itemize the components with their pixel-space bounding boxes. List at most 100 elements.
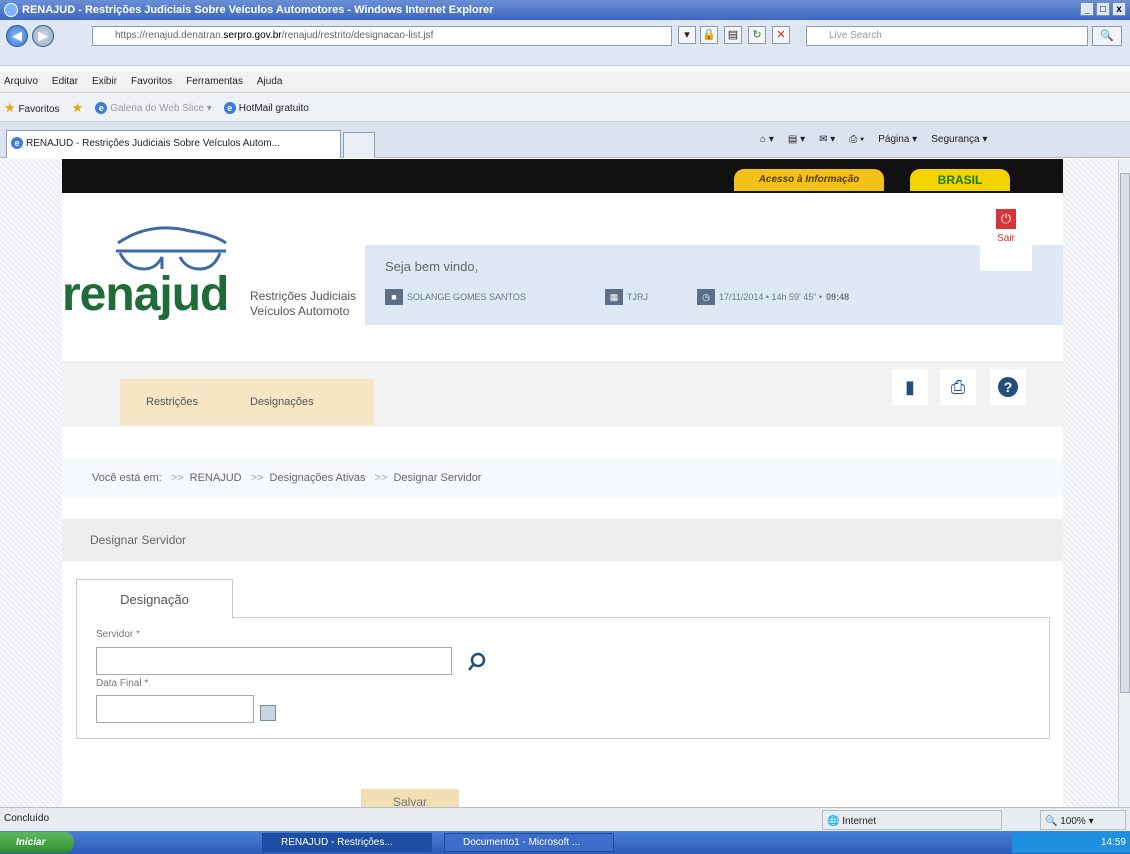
favorites-button[interactable]: ★ Favoritos bbox=[4, 100, 60, 116]
hotmail-link[interactable]: e HotMail gratuito bbox=[223, 101, 309, 114]
home-icon[interactable]: ⌂ ▾ bbox=[760, 134, 774, 145]
acesso-informacao-link[interactable]: Acesso à Informação bbox=[734, 169, 884, 191]
section-title: Designar Servidor bbox=[62, 519, 1063, 561]
ie-icon: e bbox=[95, 101, 108, 114]
security-zone[interactable]: 🌐 Internet bbox=[822, 810, 1002, 830]
background-pattern bbox=[1063, 159, 1118, 807]
refresh-icon[interactable]: ↻ bbox=[748, 26, 766, 44]
compat-icon[interactable]: ▤ bbox=[724, 26, 742, 44]
welcome-panel: Seja bem vindo, ■ SOLANGE GOMES SANTOS ▦… bbox=[365, 245, 1063, 325]
user-name: SOLANGE GOMES SANTOS bbox=[407, 292, 526, 302]
session-timer: 09:48 bbox=[826, 292, 850, 302]
feeds-icon[interactable]: ▤ ▾ bbox=[788, 134, 805, 145]
tab-bar: e RENAJUD - Restrições Judiciais Sobre Ve… bbox=[0, 122, 1130, 158]
clock-icon: ◷ bbox=[697, 289, 715, 305]
page-content: Acesso à Informação BRASIL renajud Restr… bbox=[0, 159, 1118, 807]
logout-label: Sair bbox=[997, 233, 1015, 244]
menu-ferramentas[interactable]: Ferramentas bbox=[186, 76, 243, 87]
search-icon[interactable] bbox=[466, 651, 488, 673]
mail-icon[interactable]: ✉ ▾ bbox=[819, 134, 835, 145]
tab-renajud[interactable]: e RENAJUD - Restrições Judiciais Sobre Ve… bbox=[6, 130, 341, 158]
menu-arquivo[interactable]: Arquivo bbox=[4, 76, 38, 87]
breadcrumb-renajud[interactable]: RENAJUD bbox=[190, 472, 242, 484]
minimize-button[interactable]: _ bbox=[1080, 2, 1094, 16]
logo-wordmark: renajud bbox=[62, 268, 229, 321]
url-input[interactable]: https://renajud.denatran.serpro.gov.br/r… bbox=[92, 26, 672, 46]
page-menu[interactable]: Página ▾ bbox=[878, 134, 917, 145]
power-icon: ⏻ bbox=[996, 209, 1016, 229]
tab-designacao[interactable]: Designação bbox=[76, 579, 233, 619]
security-menu[interactable]: Segurança ▾ bbox=[931, 134, 987, 145]
clock: 14:59 bbox=[1100, 837, 1126, 848]
print-icon[interactable]: ⎙ ▾ bbox=[849, 134, 864, 145]
search-icon[interactable]: 🔍 bbox=[1092, 26, 1122, 46]
menu-favoritos[interactable]: Favoritos bbox=[131, 76, 172, 87]
servidor-label: Servidor * bbox=[96, 629, 140, 640]
status-text: Concluído bbox=[4, 813, 50, 824]
forward-button[interactable]: ▶ bbox=[32, 25, 54, 47]
gov-bar: Acesso à Informação BRASIL bbox=[62, 159, 1063, 193]
globe-icon: 🌐 bbox=[827, 816, 840, 827]
welcome-title: Seja bem vindo, bbox=[385, 259, 479, 274]
org-info: ▦ TJRJ bbox=[605, 289, 648, 305]
org-name: TJRJ bbox=[627, 292, 648, 302]
menu-editar[interactable]: Editar bbox=[52, 76, 78, 87]
menu-ajuda[interactable]: Ajuda bbox=[257, 76, 283, 87]
menu-exibir[interactable]: Exibir bbox=[92, 76, 117, 87]
start-button[interactable]: Iniciar bbox=[0, 832, 74, 853]
status-bar: Concluído 🌐 Internet 🔍 100% ▾ bbox=[0, 807, 1130, 831]
close-button[interactable]: x bbox=[1112, 2, 1126, 16]
add-favorite-icon[interactable]: ★ bbox=[72, 100, 84, 116]
stop-icon[interactable]: ✕ bbox=[772, 26, 790, 44]
search-input[interactable]: Live Search bbox=[806, 26, 1088, 46]
taskbar: Iniciar RENAJUD - Restrições... Document… bbox=[0, 831, 1130, 854]
logo-subtitle: Restrições Judiciais Veículos Automoto bbox=[250, 289, 357, 318]
logout-button[interactable]: ⏻ Sair bbox=[980, 203, 1032, 271]
window-titlebar: RENAJUD - Restrições Judiciais Sobre Veí… bbox=[0, 0, 1130, 20]
webslice-link[interactable]: e Galeria do Web Slice ▾ bbox=[95, 101, 212, 114]
servidor-input[interactable] bbox=[96, 647, 452, 675]
ie-logo-icon bbox=[4, 3, 18, 17]
datetime: 17/11/2014 • 14h 59' 45" • bbox=[719, 292, 823, 302]
back-button[interactable]: ◀ bbox=[6, 25, 28, 47]
brasil-link[interactable]: BRASIL bbox=[910, 169, 1010, 191]
url-prefix: https://renajud.denatran. bbox=[115, 30, 224, 41]
ie-icon: e bbox=[223, 101, 236, 114]
building-icon: ▦ bbox=[605, 289, 623, 305]
menu-restricoes[interactable]: Restrições bbox=[120, 396, 224, 408]
manual-icon[interactable]: ▮ bbox=[892, 369, 928, 405]
address-toolbar: ◀ ▶ https://renajud.denatran.serpro.gov.… bbox=[0, 20, 1130, 66]
main-nav: Restrições Designações ▮ ⎙ ? bbox=[62, 361, 1063, 427]
calendar-icon[interactable] bbox=[260, 705, 276, 721]
new-tab-button[interactable] bbox=[343, 132, 375, 158]
breadcrumb-designacoes[interactable]: Designações Ativas bbox=[270, 472, 366, 484]
url-host: serpro.gov.br bbox=[223, 30, 282, 41]
system-tray: 14:59 bbox=[1012, 832, 1130, 853]
main-menu: Restrições Designações bbox=[120, 379, 374, 425]
vertical-scrollbar[interactable] bbox=[1118, 159, 1130, 807]
menu-bar: Arquivo Editar Exibir Favoritos Ferramen… bbox=[0, 71, 1130, 93]
ie-icon: e bbox=[11, 137, 23, 149]
background-pattern bbox=[0, 159, 62, 807]
maximize-button[interactable]: □ bbox=[1096, 2, 1110, 16]
save-button[interactable]: Salvar bbox=[361, 789, 459, 807]
user-icon: ■ bbox=[385, 289, 403, 305]
lock-icon[interactable]: 🔒 bbox=[700, 26, 718, 44]
breadcrumb-current: Designar Servidor bbox=[393, 472, 482, 484]
logo-area: renajud Restrições Judiciais Veículos Au… bbox=[62, 193, 365, 361]
dropdown-icon[interactable]: ▾ bbox=[678, 26, 696, 44]
favorites-bar: ★ Favoritos ★ e Galeria do Web Slice ▾ eH… bbox=[0, 94, 1130, 122]
scrollbar-thumb[interactable] bbox=[1120, 173, 1130, 693]
task-documento[interactable]: Documento1 - Microsoft ... bbox=[444, 833, 614, 852]
command-bar: ⌂ ▾ ▤ ▾ ✉ ▾ ⎙ ▾ Página ▾ Segurança ▾ bbox=[760, 134, 987, 145]
data-final-label: Data Final * bbox=[96, 678, 149, 689]
url-path: /renajud/restrito/designacao-list.jsf bbox=[281, 30, 434, 41]
zoom-control[interactable]: 🔍 100% ▾ bbox=[1040, 810, 1126, 830]
breadcrumb-prefix: Você está em: bbox=[92, 472, 162, 484]
star-icon: ★ bbox=[4, 99, 16, 115]
task-renajud[interactable]: RENAJUD - Restrições... bbox=[262, 833, 432, 852]
help-icon[interactable]: ? bbox=[990, 369, 1026, 405]
print-icon[interactable]: ⎙ bbox=[940, 369, 976, 405]
data-final-input[interactable] bbox=[96, 695, 254, 723]
menu-designacoes[interactable]: Designações bbox=[224, 396, 340, 408]
